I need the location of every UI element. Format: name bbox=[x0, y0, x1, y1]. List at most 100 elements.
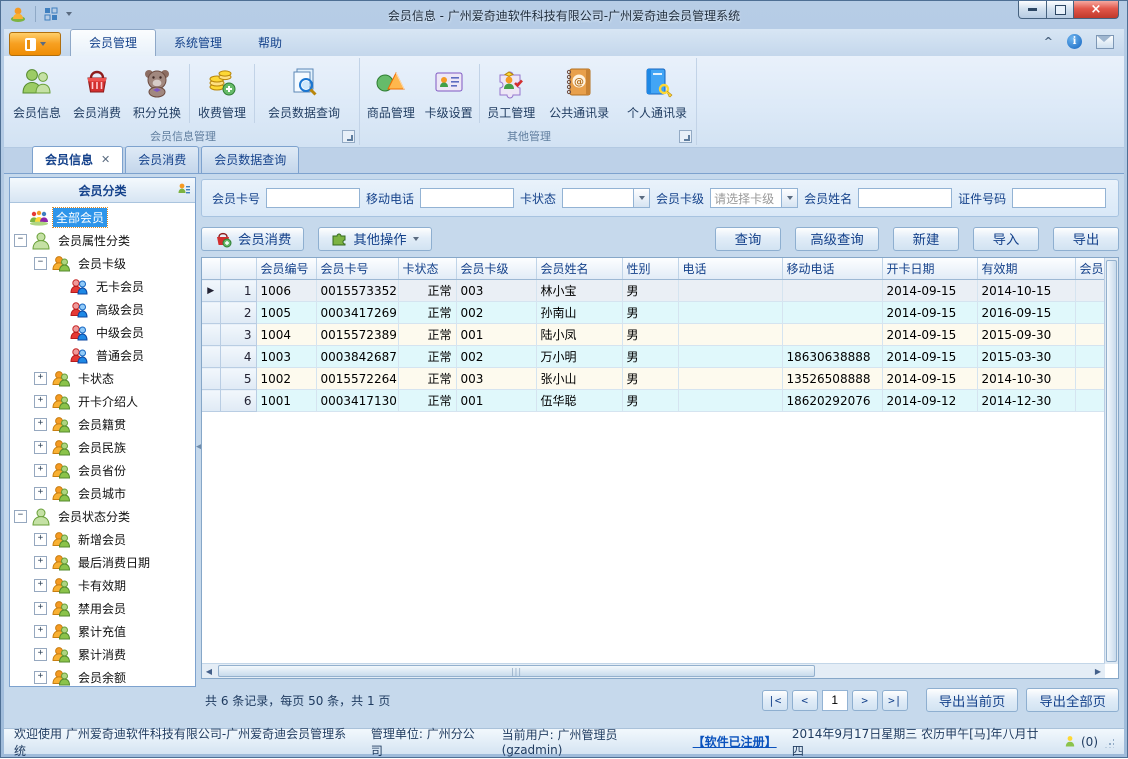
ribbon-tab-0[interactable]: 会员管理 bbox=[70, 29, 157, 56]
grid-cell[interactable]: 林小宝 bbox=[536, 279, 623, 302]
scroll-left-icon[interactable]: ◀ bbox=[202, 667, 216, 676]
column-header-1[interactable]: 会员卡号 bbox=[316, 258, 399, 280]
grid-cell[interactable] bbox=[678, 323, 783, 346]
grid-cell[interactable]: 0015572264 bbox=[316, 367, 399, 390]
close-button[interactable]: × bbox=[1074, 1, 1119, 19]
grid-cell[interactable]: 2014-10-15 bbox=[977, 279, 1076, 302]
grid-cell[interactable]: 男 bbox=[622, 279, 679, 302]
tree-node-7[interactable]: + 卡状态 bbox=[10, 367, 195, 390]
expand-icon[interactable]: + bbox=[34, 441, 47, 454]
grid-cell[interactable]: 孙南山 bbox=[536, 301, 623, 324]
column-header-5[interactable]: 性别 bbox=[622, 258, 679, 280]
import-button[interactable]: 导入 bbox=[973, 226, 1039, 251]
grid-cell[interactable]: 002 bbox=[456, 345, 537, 368]
document-tab-2[interactable]: 会员数据查询 bbox=[201, 146, 300, 173]
toolbar-button-member-consume[interactable]: 会员消费 bbox=[201, 226, 305, 251]
tree-node-label[interactable]: 无卡会员 bbox=[93, 277, 147, 296]
grid-cell[interactable]: 13526508888 bbox=[782, 367, 883, 390]
grid-cell[interactable] bbox=[678, 367, 783, 390]
grid-cell[interactable]: 男 bbox=[622, 389, 679, 412]
tree-node-19[interactable]: + 累计消费 bbox=[10, 643, 195, 666]
grid-cell[interactable]: 2014-09-15 bbox=[882, 345, 978, 368]
grid-cell[interactable]: 1004 bbox=[256, 323, 317, 346]
tree-node-label[interactable]: 累计充值 bbox=[75, 622, 129, 641]
tree-node-label[interactable]: 会员卡级 bbox=[75, 254, 129, 273]
tree-node-16[interactable]: + 卡有效期 bbox=[10, 574, 195, 597]
tree-node-12[interactable]: + 会员城市 bbox=[10, 482, 195, 505]
grid-cell[interactable]: 1001 bbox=[256, 389, 317, 412]
info-icon[interactable]: i bbox=[1067, 34, 1082, 49]
grid-cell[interactable] bbox=[678, 279, 783, 302]
scroll-right-icon[interactable]: ▶ bbox=[1091, 667, 1105, 676]
grid-cell[interactable]: 正常 bbox=[398, 367, 457, 390]
ribbon-button-1-0[interactable]: 商品管理 bbox=[362, 60, 420, 127]
registration-link[interactable]: 【软件已注册】 bbox=[693, 733, 777, 750]
grid-cell[interactable] bbox=[782, 301, 883, 324]
mail-icon[interactable] bbox=[1096, 34, 1114, 49]
expand-icon[interactable]: + bbox=[34, 418, 47, 431]
grid-cell[interactable] bbox=[678, 389, 783, 412]
export-button[interactable]: 导出 bbox=[1053, 226, 1119, 251]
expand-icon[interactable]: + bbox=[34, 579, 47, 592]
tree-node-10[interactable]: + 会员民族 bbox=[10, 436, 195, 459]
grid-cell[interactable]: 0015572389 bbox=[316, 323, 399, 346]
grid-cell[interactable]: 1003 bbox=[256, 345, 317, 368]
grid-cell[interactable]: 001 bbox=[456, 323, 537, 346]
expand-icon[interactable]: + bbox=[34, 671, 47, 684]
ribbon-button-0-4[interactable]: 会员数据查询 bbox=[257, 60, 351, 127]
grid-cell[interactable]: 1005 bbox=[256, 301, 317, 324]
grid-cell[interactable] bbox=[782, 279, 883, 302]
document-tab-0[interactable]: 会员信息 ✕ bbox=[32, 146, 124, 173]
grid-row-4[interactable]: 4 1003 0003842687 正常 002 万小明男 18630638888 2014-… bbox=[202, 345, 1116, 368]
collapse-icon[interactable]: − bbox=[14, 234, 27, 247]
filter-input-5[interactable] bbox=[1012, 188, 1107, 208]
grid-cell[interactable]: 2015-03-30 bbox=[977, 345, 1076, 368]
grid-cell[interactable]: 1006 bbox=[256, 279, 317, 302]
grid-cell[interactable]: 伍华聪 bbox=[536, 389, 623, 412]
ribbon-tab-1[interactable]: 系统管理 bbox=[156, 30, 240, 56]
tree-node-1[interactable]: − 会员属性分类 bbox=[10, 229, 195, 252]
column-header-8[interactable]: 开卡日期 bbox=[882, 258, 978, 280]
member-list-icon[interactable] bbox=[177, 182, 191, 196]
grid-cell[interactable]: 2014-12-30 bbox=[977, 389, 1076, 412]
prev-page-button[interactable]: < bbox=[791, 689, 818, 711]
grid-cell[interactable] bbox=[782, 323, 883, 346]
grid-cell[interactable]: 001 bbox=[456, 389, 537, 412]
grid-cell[interactable]: 男 bbox=[622, 301, 679, 324]
tree-node-label[interactable]: 会员省份 bbox=[75, 461, 129, 480]
tree-node-label[interactable]: 会员属性分类 bbox=[55, 231, 133, 250]
ribbon-tab-2[interactable]: 帮助 bbox=[240, 30, 300, 56]
grid-row-6[interactable]: 6 1001 0003417130 正常 001 伍华聪男 18620292076 2014-… bbox=[202, 389, 1116, 412]
filter-input-0[interactable] bbox=[266, 188, 361, 208]
tree-node-4[interactable]: 高级会员 bbox=[10, 298, 195, 321]
tree-node-label[interactable]: 会员民族 bbox=[75, 438, 129, 457]
grid-cell[interactable]: 男 bbox=[622, 345, 679, 368]
tree-node-14[interactable]: + 新增会员 bbox=[10, 528, 195, 551]
grid-cell[interactable]: 2014-09-15 bbox=[882, 367, 978, 390]
document-tab-1[interactable]: 会员消费 bbox=[125, 146, 200, 173]
grid-row-1[interactable]: ▶ 1 1006 0015573352 正常 003 林小宝男 2014-09-15 2014-… bbox=[202, 279, 1116, 302]
grid-cell[interactable]: 男 bbox=[622, 323, 679, 346]
expand-icon[interactable]: + bbox=[34, 464, 47, 477]
toolbar-button-other-actions[interactable]: 其他操作 bbox=[318, 226, 432, 251]
grid-cell[interactable]: 0003417130 bbox=[316, 389, 399, 412]
ribbon-button-0-3[interactable]: 收费管理 bbox=[192, 60, 252, 127]
grid-cell[interactable]: 18630638888 bbox=[782, 345, 883, 368]
grid-cell[interactable]: 张小山 bbox=[536, 367, 623, 390]
grid-cell[interactable]: 002 bbox=[456, 301, 537, 324]
grid-cell[interactable]: 2014-09-15 bbox=[882, 279, 978, 302]
ribbon-button-0-0[interactable]: 会员信息 bbox=[7, 60, 67, 127]
tree-node-label[interactable]: 卡有效期 bbox=[75, 576, 129, 595]
next-page-button[interactable]: > bbox=[851, 689, 878, 711]
grid-cell[interactable]: 003 bbox=[456, 279, 537, 302]
filter-select-3[interactable]: 请选择卡级 bbox=[710, 188, 799, 208]
tree-node-11[interactable]: + 会员省份 bbox=[10, 459, 195, 482]
grid-cell[interactable]: 003 bbox=[456, 367, 537, 390]
tree-node-label[interactable]: 累计消费 bbox=[75, 645, 129, 664]
tree-node-17[interactable]: + 禁用会员 bbox=[10, 597, 195, 620]
export-all-pages-button[interactable]: 导出全部页 bbox=[1026, 688, 1119, 712]
grid-cell[interactable]: 0015573352 bbox=[316, 279, 399, 302]
tree-node-label[interactable]: 会员状态分类 bbox=[55, 507, 133, 526]
column-header-6[interactable]: 电话 bbox=[678, 258, 783, 280]
tree-node-label[interactable]: 高级会员 bbox=[93, 300, 147, 319]
